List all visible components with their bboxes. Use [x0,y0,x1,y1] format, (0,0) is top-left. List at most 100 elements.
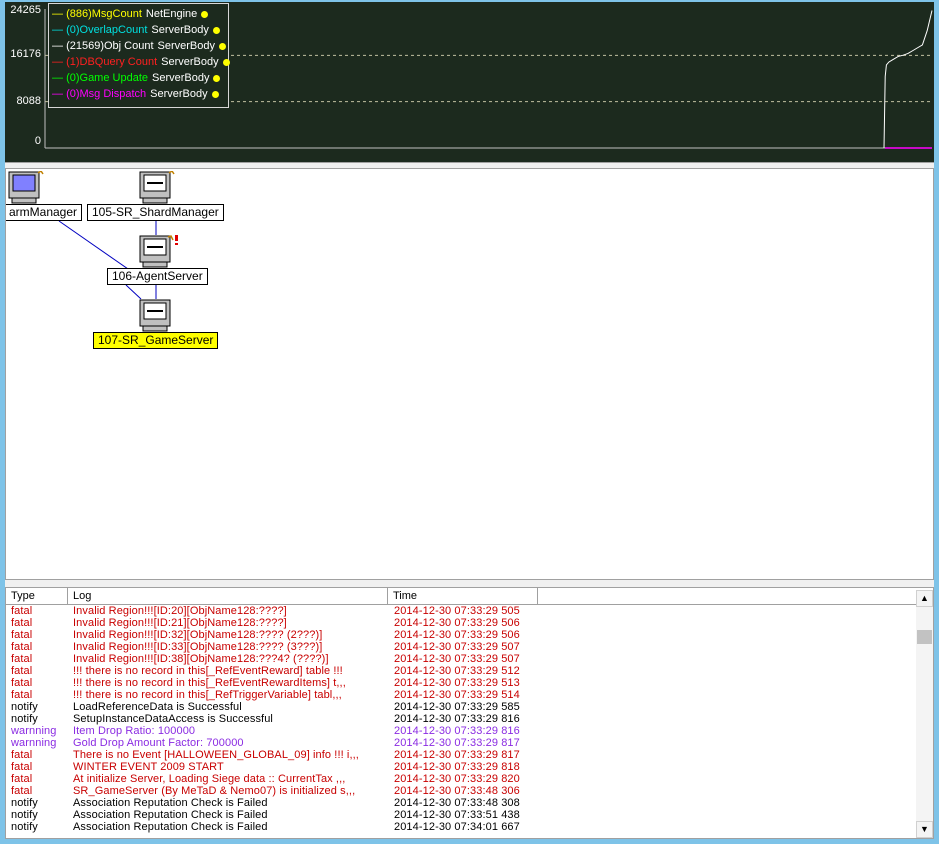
legend-line-swatch: — [52,72,67,84]
horizontal-splitter[interactable] [5,579,934,587]
log-row[interactable]: warnning Item Drop Ratio: 100000 2014-12-3… [6,725,916,737]
log-message: Invalid Region!!![ID:33][ObjName128:????… [73,641,323,653]
column-header-time[interactable]: Time [388,588,538,604]
log-list: Type Log Time fatal Invalid Region!!![ID:… [5,587,934,839]
log-row[interactable]: fatal There is no Event [HALLOWEEN_GLOBAL… [6,749,916,761]
y-tick-label: 24265 [10,4,41,16]
server-computer-icon[interactable] [139,299,171,332]
log-time: 2014-12-30 07:33:48 306 [394,785,520,797]
log-row[interactable]: notify Association Reputation Check is Fa… [6,797,916,809]
legend-entry[interactable]: — (886)MsgCount NetEngine [49,6,228,22]
node-label-shard-manager[interactable]: 105-SR_ShardManager [87,204,224,221]
log-time: 2014-12-30 07:33:29 818 [394,761,520,773]
log-message: Gold Drop Amount Factor: 700000 [73,737,244,749]
log-type: fatal [11,617,33,629]
legend-series-label: (886)MsgCount [66,8,142,20]
scroll-down-icon[interactable]: ▼ [916,821,933,838]
legend-entry[interactable]: — (0)Game Update ServerBody [49,70,228,86]
log-message: LoadReferenceData is Successful [73,701,242,713]
legend-dot-icon [201,10,209,18]
log-message: WINTER EVENT 2009 START [73,761,224,773]
log-type: fatal [11,773,33,785]
log-row[interactable]: notify LoadReferenceData is Successful 201… [6,701,916,713]
legend-dot-icon [222,58,230,66]
log-row[interactable]: notify Association Reputation Check is Fa… [6,809,916,821]
log-time: 2014-12-30 07:33:29 507 [394,653,520,665]
legend-line-swatch: — [52,24,67,36]
log-row[interactable]: fatal Invalid Region!!![ID:32][ObjName128… [6,629,916,641]
log-time: 2014-12-30 07:33:51 438 [394,809,520,821]
log-row[interactable]: warnning Gold Drop Amount Factor: 700000 2… [6,737,916,749]
log-time: 2014-12-30 07:33:29 816 [394,725,520,737]
log-row[interactable]: fatal Invalid Region!!![ID:21][ObjName128… [6,617,916,629]
legend-entry[interactable]: — (21569)Obj Count ServerBody [49,38,228,54]
log-type: fatal [11,641,33,653]
vertical-scrollbar[interactable]: ▲ ▼ [916,590,933,838]
log-row[interactable]: fatal At initialize Server, Loading Siege… [6,773,916,785]
legend-entry[interactable]: — (0)OverlapCount ServerBody [49,22,228,38]
log-row[interactable]: fatal WINTER EVENT 2009 START 2014-12-30 0… [6,761,916,773]
log-type: fatal [11,629,33,641]
y-tick-label: 16176 [10,48,41,60]
log-type: notify [11,821,38,833]
log-row[interactable]: fatal !!! there is no record in this[_Ref… [6,665,916,677]
column-header-log[interactable]: Log [68,588,388,604]
log-type: notify [11,701,38,713]
legend-object-label: ServerBody [157,40,215,52]
log-type: fatal [11,605,33,617]
log-row[interactable]: fatal SR_GameServer (By MeTaD & Nemo07) i… [6,785,916,797]
log-type: warnning [11,725,57,737]
log-type: fatal [11,665,33,677]
legend-entry[interactable]: — (1)DBQuery Count ServerBody [49,54,230,70]
y-tick-label: 0 [34,135,41,147]
legend-series-label: (21569)Obj Count [66,40,154,52]
log-message: SetupInstanceDataAccess is Successful [73,713,273,725]
server-computer-icon[interactable] [139,169,175,204]
log-time: 2014-12-30 07:34:01 667 [394,821,520,833]
column-header-type[interactable]: Type [6,588,68,604]
legend-series-label: (0)Msg Dispatch [66,88,147,100]
legend-object-label: ServerBody [150,88,208,100]
legend-object-label: NetEngine [145,8,198,20]
log-row[interactable]: notify Association Reputation Check is Fa… [6,821,916,833]
node-label-farm-manager[interactable]: armManager [6,204,83,221]
log-row[interactable]: fatal !!! there is no record in this[_Ref… [6,677,916,689]
log-row[interactable]: fatal Invalid Region!!![ID:20][ObjName128… [6,605,916,617]
log-row[interactable]: fatal Invalid Region!!![ID:38][ObjName128… [6,653,916,665]
log-time: 2014-12-30 07:33:29 507 [394,641,520,653]
log-type: notify [11,809,38,821]
legend-line-swatch: — [52,40,67,52]
log-header: Type Log Time [6,588,916,605]
log-type: notify [11,713,38,725]
log-message: At initialize Server, Loading Siege data… [73,773,346,785]
server-computer-icon[interactable] [139,235,178,268]
y-tick-label: 8088 [16,95,41,107]
log-type: fatal [11,689,33,701]
series-line-obj-count [883,10,933,149]
server-computer-icon[interactable] [8,169,44,204]
log-type: fatal [11,677,33,689]
legend-object-label: ServerBody [152,72,210,84]
performance-chart: 24265 16176 8088 0 — (886)MsgCount NetEng… [5,2,934,162]
horizontal-splitter[interactable] [5,162,934,169]
log-type: fatal [11,653,33,665]
log-message: There is no Event [HALLOWEEN_GLOBAL_09] … [73,749,359,761]
legend-line-swatch: — [52,88,67,100]
scroll-up-icon[interactable]: ▲ [916,590,933,607]
node-label-game-server[interactable]: 107-SR_GameServer [93,332,219,349]
log-time: 2014-12-30 07:33:29 514 [394,689,520,701]
node-label-agent-server[interactable]: 106-AgentServer [107,268,208,285]
log-row[interactable]: fatal Invalid Region!!![ID:33][ObjName128… [6,641,916,653]
scrollbar-thumb[interactable] [917,630,932,644]
log-time: 2014-12-30 07:33:29 817 [394,749,520,761]
log-type: fatal [11,761,33,773]
log-time: 2014-12-30 07:33:29 817 [394,737,520,749]
legend-entry[interactable]: — (0)Msg Dispatch ServerBody [49,86,228,102]
link-line [58,220,129,270]
log-message: Association Reputation Check is Failed [73,797,268,809]
log-row[interactable]: fatal !!! there is no record in this[_Ref… [6,689,916,701]
log-message: Item Drop Ratio: 100000 [73,725,196,737]
legend-object-label: ServerBody [161,56,219,68]
log-row[interactable]: notify SetupInstanceDataAccess is Success… [6,713,916,725]
log-message: Invalid Region!!![ID:20][ObjName128:????… [73,605,287,617]
